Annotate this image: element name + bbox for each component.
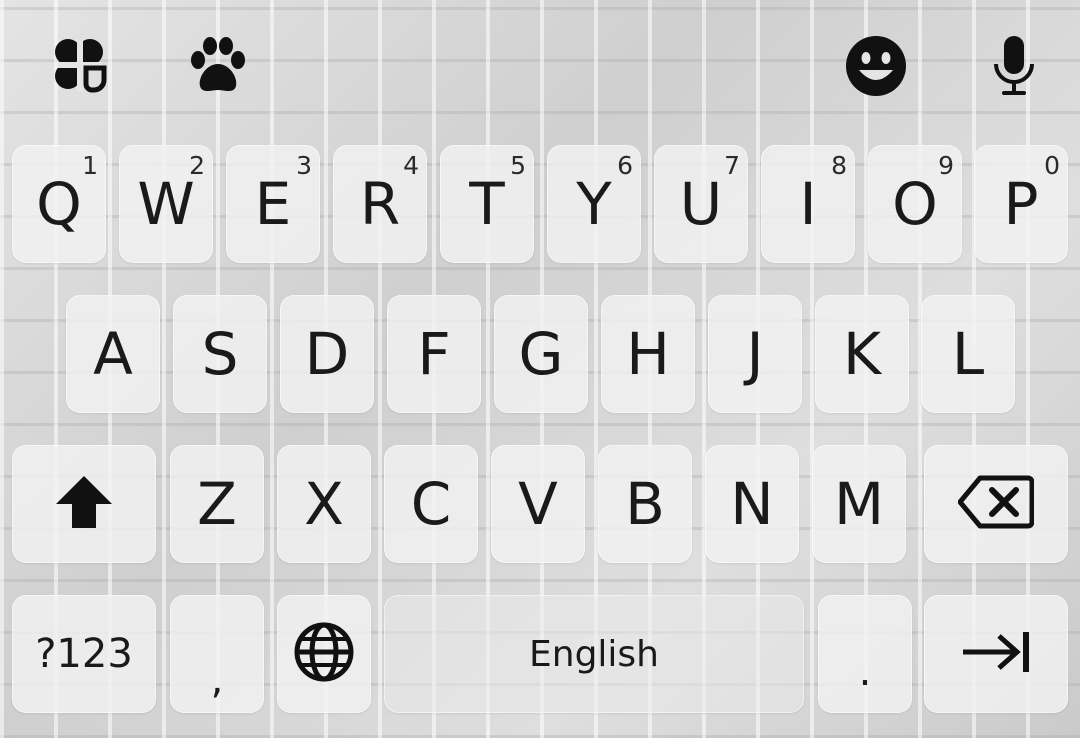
key-label: B	[625, 470, 665, 538]
key-u[interactable]: U 7	[654, 145, 748, 263]
key-label: I	[799, 170, 817, 238]
key-label: J	[746, 320, 764, 388]
key-label: Y	[576, 170, 612, 238]
tab-arrow-icon	[961, 630, 1031, 678]
key-z[interactable]: Z	[170, 445, 264, 563]
period-key[interactable]: .	[818, 595, 912, 713]
key-j[interactable]: J	[708, 295, 802, 413]
key-y[interactable]: Y 6	[547, 145, 641, 263]
symbols-label: ?123	[35, 631, 133, 677]
key-n[interactable]: N	[705, 445, 799, 563]
key-x[interactable]: X	[277, 445, 371, 563]
spacebar-label: English	[529, 633, 659, 675]
language-key[interactable]	[277, 595, 371, 713]
key-label: V	[518, 470, 558, 538]
key-e[interactable]: E 3	[226, 145, 320, 263]
key-p[interactable]: P 0	[974, 145, 1068, 263]
key-label: H	[626, 320, 670, 388]
key-label: Z	[197, 470, 237, 538]
key-label: C	[410, 470, 452, 538]
key-hint: 2	[189, 151, 205, 180]
key-b[interactable]: B	[598, 445, 692, 563]
key-hint: 0	[1044, 151, 1060, 180]
symbols-key[interactable]: ?123	[12, 595, 156, 713]
key-q[interactable]: Q 1	[12, 145, 106, 263]
key-label: E	[254, 170, 292, 238]
suggestion-toolbar	[0, 0, 1080, 138]
key-label: R	[359, 170, 401, 238]
comma-label: ,	[210, 657, 224, 703]
key-h[interactable]: H	[601, 295, 695, 413]
key-label: O	[892, 170, 938, 238]
key-w[interactable]: W 2	[119, 145, 213, 263]
key-label: A	[93, 320, 133, 388]
key-t[interactable]: T 5	[440, 145, 534, 263]
key-f[interactable]: F	[387, 295, 481, 413]
key-label: W	[137, 170, 195, 238]
key-l[interactable]: L	[921, 295, 1015, 413]
key-s[interactable]: S	[173, 295, 267, 413]
key-i[interactable]: I 8	[761, 145, 855, 263]
key-m[interactable]: M	[812, 445, 906, 563]
key-label: T	[469, 170, 505, 238]
key-label: L	[951, 320, 985, 388]
shift-key[interactable]	[12, 445, 156, 563]
key-hint: 4	[403, 151, 419, 180]
key-label: U	[679, 170, 723, 238]
key-hint: 5	[510, 151, 526, 180]
key-hint: 1	[82, 151, 98, 180]
globe-icon	[293, 621, 355, 687]
emoji-icon[interactable]	[844, 34, 908, 98]
key-label: X	[304, 470, 344, 538]
key-hint: 7	[724, 151, 740, 180]
enter-key[interactable]	[924, 595, 1068, 713]
key-v[interactable]: V	[491, 445, 585, 563]
clover-cup-icon[interactable]	[48, 34, 112, 98]
key-hint: 3	[296, 151, 312, 180]
spacebar[interactable]: English	[384, 595, 804, 713]
backspace-key[interactable]	[924, 445, 1068, 563]
key-label: K	[842, 320, 882, 388]
key-g[interactable]: G	[494, 295, 588, 413]
key-hint: 8	[831, 151, 847, 180]
microphone-icon[interactable]	[982, 34, 1046, 98]
key-label: N	[730, 470, 774, 538]
key-label: Q	[36, 170, 82, 238]
key-hint: 6	[617, 151, 633, 180]
key-label: S	[201, 320, 239, 388]
paw-icon[interactable]	[186, 34, 250, 98]
key-label: G	[518, 320, 564, 388]
period-label: .	[858, 649, 872, 695]
backspace-icon	[957, 474, 1035, 534]
comma-key[interactable]: ,	[170, 595, 264, 713]
key-o[interactable]: O 9	[868, 145, 962, 263]
key-label: F	[417, 320, 451, 388]
key-label: D	[304, 320, 350, 388]
key-label: M	[833, 470, 885, 538]
key-a[interactable]: A	[66, 295, 160, 413]
shift-icon	[54, 472, 114, 536]
key-c[interactable]: C	[384, 445, 478, 563]
key-r[interactable]: R 4	[333, 145, 427, 263]
key-k[interactable]: K	[815, 295, 909, 413]
key-d[interactable]: D	[280, 295, 374, 413]
key-label: P	[1003, 170, 1039, 238]
key-hint: 9	[938, 151, 954, 180]
